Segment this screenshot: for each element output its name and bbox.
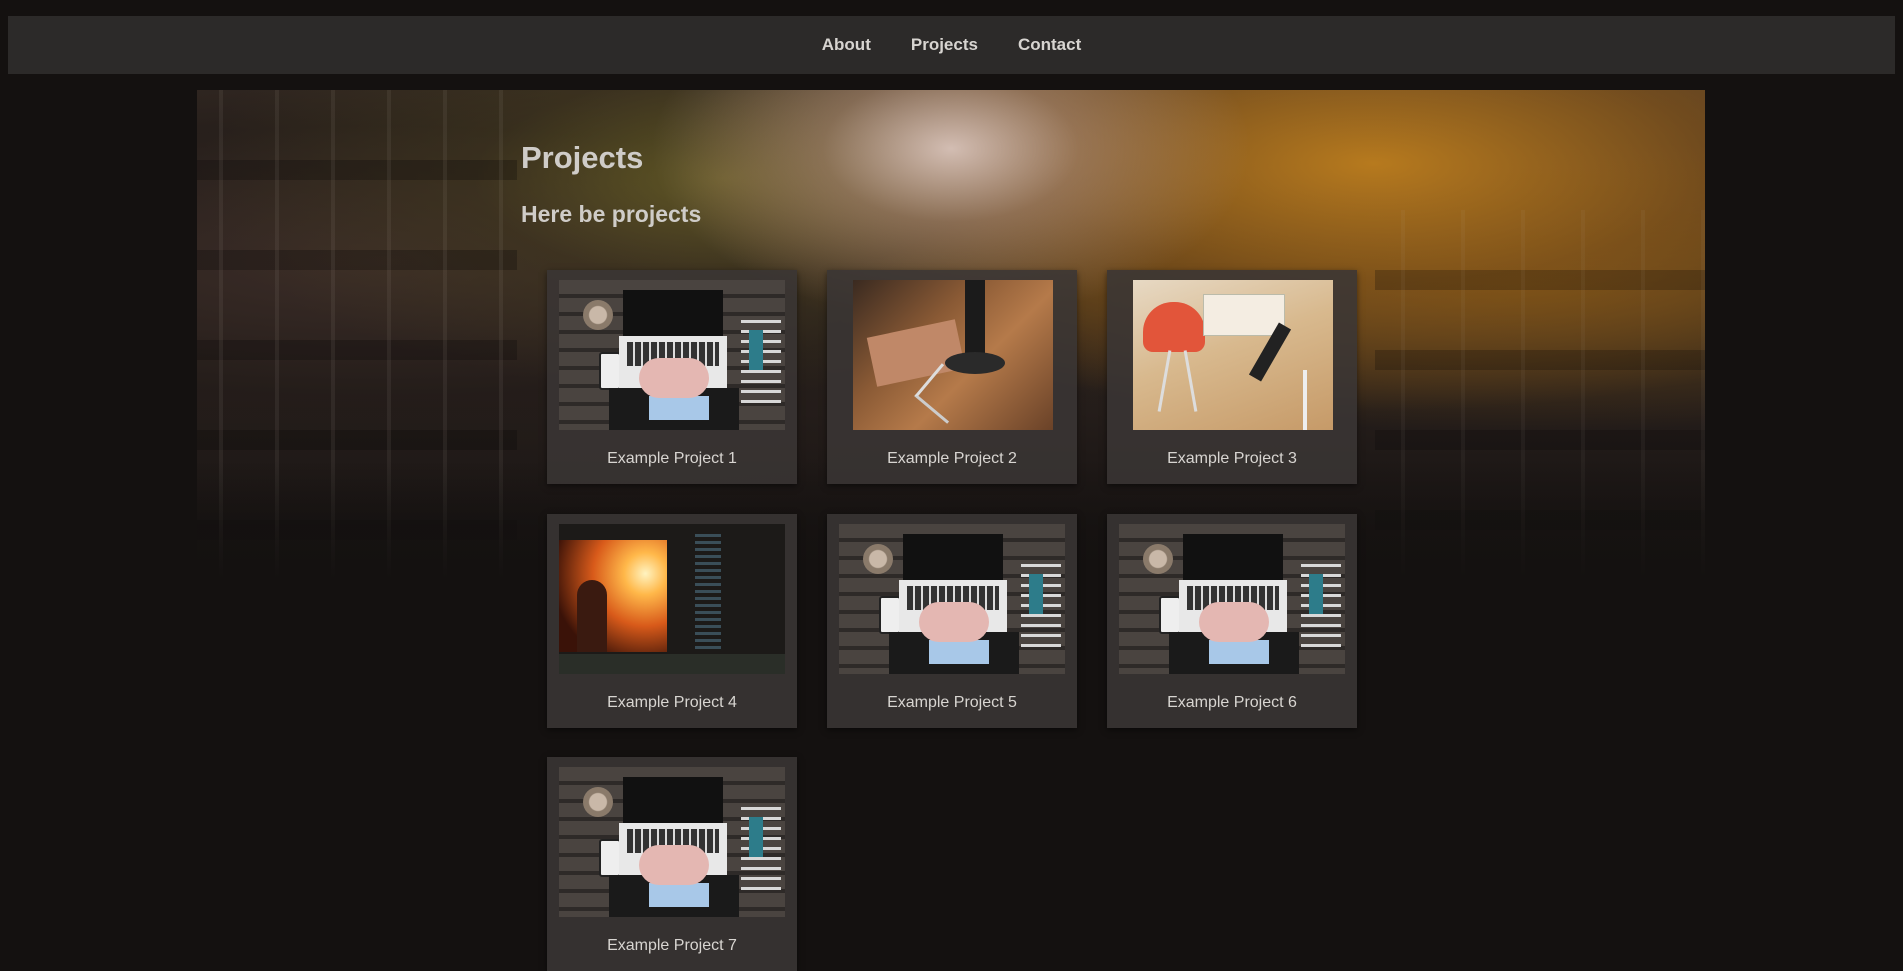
project-card-5[interactable]: Example Project 5 [827,514,1077,728]
project-thumbnail [559,767,785,917]
project-thumbnail [839,524,1065,674]
nav-link-contact[interactable]: Contact [998,35,1101,55]
laptop-photo [559,280,785,430]
project-thumbnail [559,280,785,430]
top-navbar: About Projects Contact [8,16,1895,74]
project-thumbnail [559,524,785,674]
project-thumbnail [1119,524,1345,674]
nav-link-projects[interactable]: Projects [891,35,998,55]
laptop-photo [559,767,785,917]
page-subtitle: Here be projects [521,201,702,227]
project-caption[interactable]: Example Project 7 [547,937,797,955]
office-photo [1133,280,1333,430]
project-caption[interactable]: Example Project 5 [827,694,1077,712]
laptop-photo [839,524,1065,674]
project-caption[interactable]: Example Project 6 [1107,694,1357,712]
project-card-7[interactable]: Example Project 7 [547,757,797,971]
project-caption[interactable]: Example Project 4 [547,694,797,712]
project-card-3[interactable]: Example Project 3 [1107,270,1357,484]
project-caption[interactable]: Example Project 2 [827,450,1077,468]
page-title: Projects [521,140,644,175]
project-caption[interactable]: Example Project 3 [1107,450,1357,468]
hero-building-left [197,90,517,580]
project-thumbnail [853,280,1053,430]
project-thumbnail [1133,280,1333,430]
hero-building-right [1375,210,1705,580]
nav-link-about[interactable]: About [802,35,891,55]
desk-photo [853,280,1053,430]
project-card-6[interactable]: Example Project 6 [1107,514,1357,728]
sunset-photo [559,524,785,674]
project-caption[interactable]: Example Project 1 [547,450,797,468]
laptop-photo [1119,524,1345,674]
project-card-4[interactable]: Example Project 4 [547,514,797,728]
project-card-2[interactable]: Example Project 2 [827,270,1077,484]
project-card-1[interactable]: Example Project 1 [547,270,797,484]
